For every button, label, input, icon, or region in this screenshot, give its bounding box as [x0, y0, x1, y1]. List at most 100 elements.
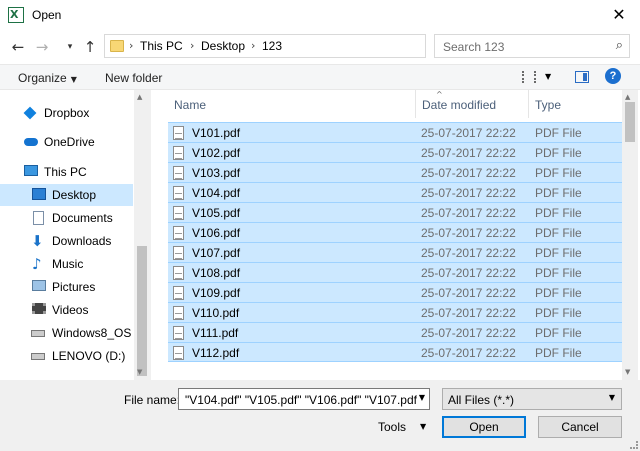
organize-label: Organize [18, 71, 67, 85]
nav-item-music[interactable]: ♪ Music [0, 253, 133, 275]
new-folder-button[interactable]: New folder [105, 71, 162, 85]
up-arrow-icon[interactable]: ↑ [80, 37, 100, 57]
pdf-file-icon [173, 146, 184, 160]
file-row[interactable]: V103.pdf 25-07-2017 22:22 PDF File [168, 162, 623, 182]
recent-locations-chevron-icon[interactable]: ▾ [60, 37, 80, 57]
preview-pane-icon[interactable] [575, 71, 589, 83]
file-type: PDF File [535, 206, 582, 220]
address-bar[interactable]: › This PC › Desktop › 123 ▾ ↻ [104, 34, 516, 58]
file-name: V112.pdf [192, 346, 240, 360]
navigation-pane-scrollbar[interactable]: ▲ ▼ [134, 90, 150, 380]
column-header-date-modified[interactable]: Date modified [416, 90, 529, 118]
scroll-up-icon[interactable]: ▲ [137, 93, 142, 101]
window-title: Open [32, 8, 62, 22]
nav-item-desktop[interactable]: Desktop [0, 184, 133, 206]
nav-item-videos[interactable]: Videos [0, 299, 133, 321]
pdf-file-icon [173, 186, 184, 200]
drive-c-icon [31, 330, 45, 337]
tools-chevron-icon[interactable]: ▼ [420, 422, 426, 431]
file-type: PDF File [535, 226, 582, 240]
resize-grip-icon[interactable] [630, 441, 638, 449]
file-row[interactable]: V109.pdf 25-07-2017 22:22 PDF File [168, 282, 623, 302]
nav-item-this-pc[interactable]: This PC [0, 161, 133, 183]
pdf-file-icon [173, 306, 184, 320]
file-list-scrollbar[interactable]: ▲ ▼ [622, 90, 638, 380]
pdf-file-icon [173, 346, 184, 360]
pdf-file-icon [173, 326, 184, 340]
file-type-select[interactable]: All Files (*.*) ▼ [442, 388, 622, 410]
nav-item-documents[interactable]: Documents [0, 207, 133, 229]
file-name: V103.pdf [192, 166, 241, 180]
file-name: V102.pdf [192, 146, 241, 160]
scrollbar-thumb[interactable] [137, 246, 147, 376]
dropbox-icon [23, 106, 37, 120]
file-date: 25-07-2017 22:22 [421, 266, 516, 280]
nav-item-downloads[interactable]: ⬇ Downloads [0, 230, 133, 252]
file-row[interactable]: V101.pdf 25-07-2017 22:22 PDF File [168, 122, 623, 142]
nav-item-label: Videos [52, 303, 89, 317]
nav-item-windows8-os-c[interactable]: Windows8_OS (C [0, 322, 136, 344]
breadcrumb-desktop[interactable]: Desktop [201, 39, 245, 53]
file-name: V106.pdf [192, 226, 241, 240]
pdf-file-icon [173, 126, 184, 140]
column-header-label: Date modified [422, 98, 497, 112]
chevron-down-icon[interactable]: ▼ [419, 393, 425, 402]
title-bar: Open ✕ [0, 0, 640, 30]
file-row[interactable]: V104.pdf 25-07-2017 22:22 PDF File [168, 182, 623, 202]
file-row[interactable]: V102.pdf 25-07-2017 22:22 PDF File [168, 142, 623, 162]
scroll-down-icon[interactable]: ▼ [137, 368, 142, 376]
open-button[interactable]: Open [442, 416, 526, 438]
file-date: 25-07-2017 22:22 [421, 286, 516, 300]
nav-item-dropbox[interactable]: Dropbox [0, 102, 133, 124]
file-type: PDF File [535, 146, 582, 160]
file-date: 25-07-2017 22:22 [421, 306, 516, 320]
nav-item-label: Pictures [52, 280, 96, 294]
nav-item-onedrive[interactable]: OneDrive [0, 131, 133, 153]
file-date: 25-07-2017 22:22 [421, 326, 516, 340]
file-type: PDF File [535, 346, 582, 360]
file-row[interactable]: V108.pdf 25-07-2017 22:22 PDF File [168, 262, 623, 282]
organize-button[interactable]: Organize ▼ [18, 71, 77, 85]
file-row[interactable]: V110.pdf 25-07-2017 22:22 PDF File [168, 302, 623, 322]
search-box[interactable]: Search 123 ⌕ [434, 34, 630, 58]
file-date: 25-07-2017 22:22 [421, 166, 516, 180]
breadcrumb-123[interactable]: 123 [262, 39, 282, 53]
file-name: V108.pdf [192, 266, 241, 280]
scroll-up-icon[interactable]: ▲ [625, 93, 630, 101]
nav-item-lenovo-d[interactable]: LENOVO (D:) [0, 345, 133, 367]
navigation-pane: Dropbox OneDrive This PC Desktop Documen… [0, 90, 150, 380]
back-arrow-icon[interactable]: ← [8, 37, 28, 57]
file-date: 25-07-2017 22:22 [421, 186, 516, 200]
close-icon[interactable]: ✕ [608, 4, 630, 26]
file-row[interactable]: V111.pdf 25-07-2017 22:22 PDF File [168, 322, 623, 342]
view-options-chevron-icon[interactable]: ▼ [545, 72, 551, 81]
file-type: PDF File [535, 286, 582, 300]
file-name-input[interactable]: "V104.pdf" "V105.pdf" "V106.pdf" "V107.p… [178, 388, 430, 410]
cancel-button[interactable]: Cancel [538, 416, 622, 438]
file-row[interactable]: V106.pdf 25-07-2017 22:22 PDF File [168, 222, 623, 242]
search-input[interactable]: Search 123 [443, 40, 504, 54]
column-header-label: Type [535, 98, 562, 112]
file-name: V111.pdf [192, 326, 239, 340]
file-name: V110.pdf [192, 306, 240, 320]
breadcrumb-separator-icon: › [251, 39, 256, 52]
scroll-down-icon[interactable]: ▼ [625, 368, 630, 376]
forward-arrow-icon[interactable]: → [32, 37, 52, 57]
file-type: PDF File [535, 306, 582, 320]
file-name: V109.pdf [192, 286, 241, 300]
tools-button[interactable]: Tools [378, 420, 406, 434]
file-row[interactable]: V112.pdf 25-07-2017 22:22 PDF File [168, 342, 623, 362]
file-row[interactable]: V107.pdf 25-07-2017 22:22 PDF File [168, 242, 623, 262]
nav-item-label: LENOVO (D:) [52, 349, 126, 363]
pictures-icon [32, 280, 46, 291]
scrollbar-thumb[interactable] [625, 102, 635, 142]
column-header-name[interactable]: Name [168, 90, 416, 118]
column-header-type[interactable]: Type [529, 90, 623, 118]
nav-item-pictures[interactable]: Pictures [0, 276, 133, 298]
file-row[interactable]: V105.pdf 25-07-2017 22:22 PDF File [168, 202, 623, 222]
file-type: PDF File [535, 266, 582, 280]
nav-item-label: Downloads [52, 234, 112, 248]
breadcrumb-this-pc[interactable]: This PC [140, 39, 183, 53]
change-view-icon[interactable] [522, 71, 536, 83]
help-icon[interactable]: ? [605, 68, 621, 84]
